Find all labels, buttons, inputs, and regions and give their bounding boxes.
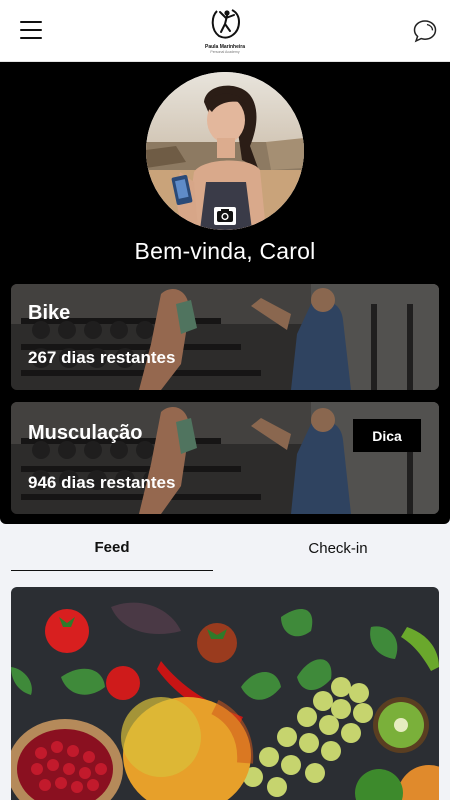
tip-button[interactable]: Dica — [353, 419, 421, 452]
logo-tagline: Personal Academy — [210, 50, 240, 54]
plan-title: Bike — [28, 302, 71, 324]
brand-logo: Paula Marinheira Personal Academy — [196, 7, 254, 55]
tab-bar: Feed Check-in — [0, 524, 450, 584]
plan-card-musculacao[interactable]: Musculação 946 dias restantes Dica — [11, 402, 439, 514]
tab-checkin[interactable]: Check-in — [237, 540, 439, 572]
feed-post-image[interactable] — [11, 587, 439, 800]
gym-background-image — [11, 284, 439, 390]
plan-remaining-days: 946 dias restantes — [28, 473, 176, 492]
hamburger-menu-icon[interactable] — [20, 21, 42, 39]
vegetables-photo — [11, 587, 439, 800]
profile-section: Bem-vinda, Carol Bike 267 dias restantes… — [0, 62, 450, 524]
plan-remaining-days: 267 dias restantes — [28, 348, 176, 367]
plan-title: Musculação — [28, 422, 143, 444]
chat-bubble-icon[interactable] — [412, 18, 438, 44]
tab-feed[interactable]: Feed — [11, 539, 213, 571]
app-header: Paula Marinheira Personal Academy — [0, 0, 450, 62]
camera-icon[interactable] — [214, 207, 236, 225]
plan-card-bike[interactable]: Bike 267 dias restantes — [11, 284, 439, 390]
dancer-logo-icon — [211, 9, 241, 39]
welcome-greeting: Bem-vinda, Carol — [134, 238, 316, 264]
